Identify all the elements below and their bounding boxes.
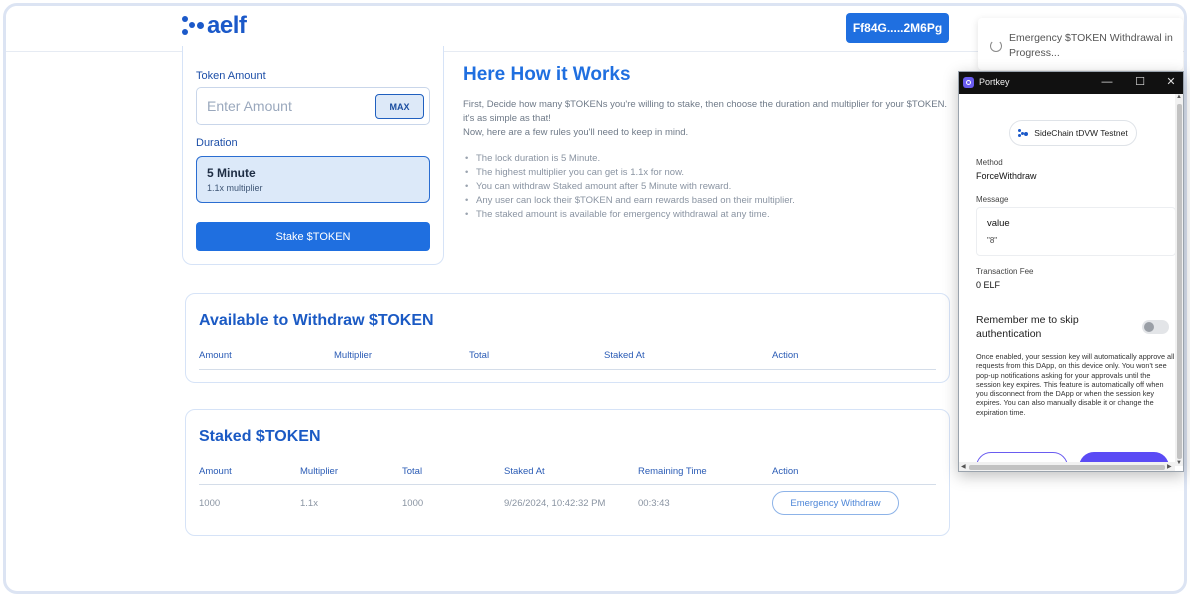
duration-multiplier: 1.1x multiplier <box>207 183 263 193</box>
rule-item: You can withdraw Staked amount after 5 M… <box>463 180 953 194</box>
how-it-works-section: Here How it Works First, Decide how many… <box>463 64 953 222</box>
scroll-down-icon[interactable]: ▼ <box>1176 460 1182 466</box>
rules-list: The lock duration is 5 Minute. The highe… <box>463 152 953 222</box>
column-header-action: Action <box>772 350 799 361</box>
scroll-up-icon[interactable]: ▲ <box>1176 94 1182 100</box>
logo-text: aelf <box>207 12 247 39</box>
column-header-multiplier: Multiplier <box>300 466 339 477</box>
table-divider <box>199 369 936 370</box>
emergency-withdraw-button[interactable]: Emergency Withdraw <box>772 491 899 515</box>
available-withdraw-card: Available to Withdraw $TOKEN Amount Mult… <box>185 293 950 383</box>
chain-badge: SideChain tDVW Testnet <box>1009 120 1137 146</box>
portkey-popup-window: Portkey — ☐ ✕ SideChain tDVW Testnet Met… <box>958 71 1184 472</box>
rule-item: Any user can lock their $TOKEN and earn … <box>463 194 953 208</box>
duration-label: Duration <box>196 137 238 149</box>
wallet-address-button[interactable]: Ff84G.....2M6Pg <box>846 13 949 43</box>
remember-toggle[interactable] <box>1142 320 1169 334</box>
popup-title: Portkey <box>979 77 1010 87</box>
column-header-staked-at: Staked At <box>604 350 645 361</box>
column-header-multiplier: Multiplier <box>334 350 373 361</box>
aelf-logo-icon <box>182 16 204 36</box>
message-value: "8" <box>987 236 998 245</box>
column-header-amount: Amount <box>199 466 232 477</box>
chain-name: SideChain tDVW Testnet <box>1034 128 1128 138</box>
rules-intro-text: Now, here are a few rules you'll need to… <box>463 127 689 138</box>
message-box: value "8" <box>976 207 1176 256</box>
close-icon[interactable]: ✕ <box>1164 75 1178 89</box>
duration-title: 5 Minute <box>207 166 256 180</box>
toast-message: Emergency $TOKEN Withdrawal in Progress.… <box>1009 32 1173 59</box>
loading-spinner-icon <box>990 40 1002 52</box>
method-label: Method <box>976 158 1003 167</box>
aelf-chain-icon <box>1018 129 1029 137</box>
max-button[interactable]: MAX <box>375 94 424 119</box>
cell-amount: 1000 <box>199 498 221 509</box>
progress-toast: Emergency $TOKEN Withdrawal in Progress.… <box>978 18 1183 70</box>
column-header-total: Total <box>469 350 490 361</box>
portkey-icon <box>963 77 974 88</box>
column-header-action: Action <box>772 466 799 477</box>
method-value: ForceWithdraw <box>976 171 1037 181</box>
table-divider <box>199 484 936 485</box>
token-amount-input[interactable]: Enter Amount MAX <box>196 87 430 125</box>
cell-staked-at: 9/26/2024, 10:42:32 PM <box>504 498 606 509</box>
available-withdraw-title: Available to Withdraw $TOKEN <box>199 312 434 329</box>
minimize-icon[interactable]: — <box>1100 75 1114 89</box>
column-header-staked-at: Staked At <box>504 466 545 477</box>
aelf-logo[interactable]: aelf <box>182 12 247 39</box>
remember-label: Remember me to skip authentication <box>976 314 1079 340</box>
rule-item: The staked amount is available for emerg… <box>463 208 953 222</box>
scrollbar-thumb[interactable] <box>1177 104 1182 459</box>
scroll-left-icon[interactable]: ◀ <box>961 463 966 470</box>
rule-item: The highest multiplier you can get is 1.… <box>463 166 953 180</box>
message-key: value <box>987 218 1010 229</box>
stake-form-card: Token Amount Enter Amount MAX Duration 5… <box>182 46 444 265</box>
fee-value: 0 ELF <box>976 280 1001 290</box>
cell-total: 1000 <box>402 498 424 509</box>
cell-remaining-time: 00:3:43 <box>638 498 670 509</box>
column-header-remaining-time: Remaining Time <box>638 466 707 477</box>
rule-item: The lock duration is 5 Minute. <box>463 152 953 166</box>
amount-placeholder: Enter Amount <box>207 98 292 114</box>
column-header-amount: Amount <box>199 350 232 361</box>
column-header-total: Total <box>402 466 423 477</box>
staked-token-card: Staked $TOKEN Amount Multiplier Total St… <box>185 409 950 536</box>
stake-token-button[interactable]: Stake $TOKEN <box>196 222 430 251</box>
cell-multiplier: 1.1x <box>300 498 318 509</box>
fee-label: Transaction Fee <box>976 267 1034 276</box>
popup-titlebar[interactable]: Portkey — ☐ ✕ <box>959 72 1183 94</box>
session-key-note: Once enabled, your session key will auto… <box>976 352 1175 417</box>
maximize-icon[interactable]: ☐ <box>1133 75 1147 89</box>
intro-text: First, Decide how many $TOKENs you're wi… <box>463 99 948 124</box>
token-amount-label: Token Amount <box>196 70 266 82</box>
staked-token-title: Staked $TOKEN <box>199 428 321 445</box>
scroll-right-icon[interactable]: ▶ <box>1167 463 1172 470</box>
duration-option-5-minute[interactable]: 5 Minute 1.1x multiplier <box>196 156 430 203</box>
scrollbar-thumb[interactable] <box>969 465 1165 470</box>
how-it-works-title: Here How it Works <box>463 64 631 85</box>
horizontal-scrollbar[interactable]: ◀ ▶ <box>959 462 1175 471</box>
message-label: Message <box>976 195 1009 204</box>
vertical-scrollbar[interactable]: ▲ ▼ <box>1175 94 1183 466</box>
